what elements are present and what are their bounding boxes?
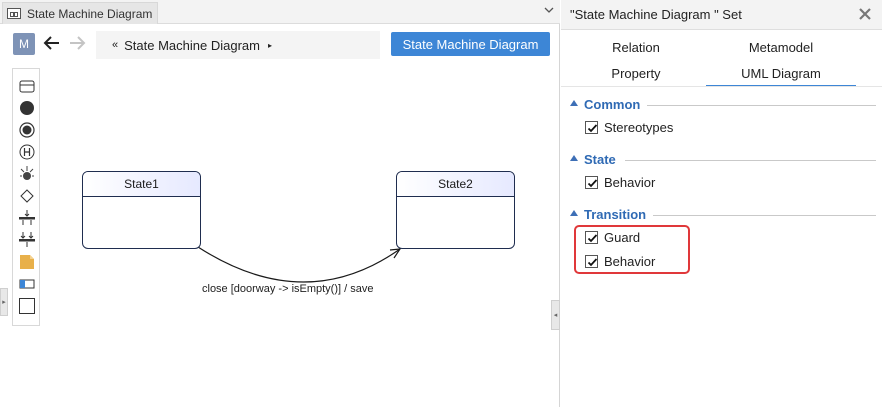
section-common[interactable]: Common — [561, 96, 882, 114]
tab-metamodel[interactable]: Metamodel — [706, 36, 856, 58]
collapse-triangle-icon[interactable] — [570, 100, 578, 106]
collapse-triangle-icon[interactable] — [570, 210, 578, 216]
section-divider — [625, 160, 876, 161]
join-bar-icon[interactable] — [18, 231, 36, 249]
chevron-down-icon[interactable] — [544, 5, 554, 15]
state-node[interactable]: State1 — [82, 171, 201, 249]
check-icon — [587, 123, 598, 132]
option-stereotypes[interactable]: Stereotypes — [585, 118, 673, 136]
section-title: State — [584, 152, 616, 167]
check-icon — [587, 178, 598, 187]
breadcrumb-prefix: « — [112, 39, 119, 51]
checkbox[interactable] — [585, 120, 598, 134]
arrow-left-icon[interactable] — [41, 32, 63, 54]
tool-palette — [12, 68, 40, 326]
right-collapse-handle[interactable]: ◂ — [551, 300, 560, 330]
arrow-right-icon[interactable] — [66, 32, 88, 54]
section-divider — [653, 215, 876, 216]
option-label: Stereotypes — [604, 119, 674, 135]
bullseye-icon[interactable] — [18, 121, 36, 139]
properties-header: "State Machine Diagram " Set — [561, 0, 882, 30]
tab-relation[interactable]: Relation — [561, 36, 711, 58]
section-divider — [647, 105, 876, 106]
frame-icon[interactable] — [18, 297, 36, 315]
properties-panel: "State Machine Diagram " Set Relation Me… — [561, 0, 882, 407]
section-state[interactable]: State — [561, 151, 882, 169]
note-icon[interactable] — [18, 253, 36, 271]
highlight-box — [574, 225, 690, 274]
left-collapse-handle[interactable]: ▸ — [0, 288, 8, 316]
diamond-icon[interactable] — [18, 187, 36, 205]
checkbox[interactable] — [585, 175, 598, 189]
rectangle-icon[interactable] — [18, 78, 36, 96]
section-title: Common — [584, 97, 641, 112]
document-tab[interactable]: State Machine Diagram — [2, 2, 158, 24]
filled-circle-icon[interactable] — [18, 99, 36, 117]
diagram-editor: State Machine Diagram M « State Machine … — [0, 0, 560, 407]
state-name: State1 — [83, 172, 200, 197]
document-tab-bar: State Machine Diagram — [0, 0, 560, 24]
transition-label[interactable]: close [doorway -> isEmpty()] / save — [202, 283, 373, 295]
document-tab-label: State Machine Diagram — [27, 6, 153, 21]
option-label: Behavior — [604, 174, 656, 190]
state-name: State2 — [397, 172, 514, 197]
diagram-toolbar: M « State Machine Diagram ▸ State Machin… — [0, 30, 560, 60]
collapse-triangle-icon[interactable] — [570, 155, 578, 161]
history-h-icon[interactable] — [18, 143, 36, 161]
tab-property[interactable]: Property — [561, 62, 711, 84]
properties-title: "State Machine Diagram " Set — [570, 7, 742, 22]
breadcrumb-suffix: ▸ — [267, 40, 272, 50]
option-state-behavior[interactable]: Behavior — [585, 173, 655, 191]
breadcrumb[interactable]: « State Machine Diagram ▸ — [96, 31, 380, 59]
diagram-type-button[interactable]: State Machine Diagram — [391, 32, 550, 56]
section-title: Transition — [584, 207, 647, 222]
breadcrumb-label: State Machine Diagram — [124, 37, 260, 53]
section-transition[interactable]: Transition — [561, 206, 882, 224]
close-icon[interactable] — [858, 7, 872, 21]
state-node[interactable]: State2 — [396, 171, 515, 249]
deep-history-icon[interactable] — [18, 165, 36, 183]
partition-icon[interactable] — [18, 275, 36, 293]
tab-uml-diagram[interactable]: UML Diagram — [706, 62, 856, 87]
fork-bar-icon[interactable] — [18, 209, 36, 227]
tab-divider — [561, 86, 882, 87]
model-badge[interactable]: M — [13, 33, 35, 55]
diagram-icon — [7, 8, 21, 19]
